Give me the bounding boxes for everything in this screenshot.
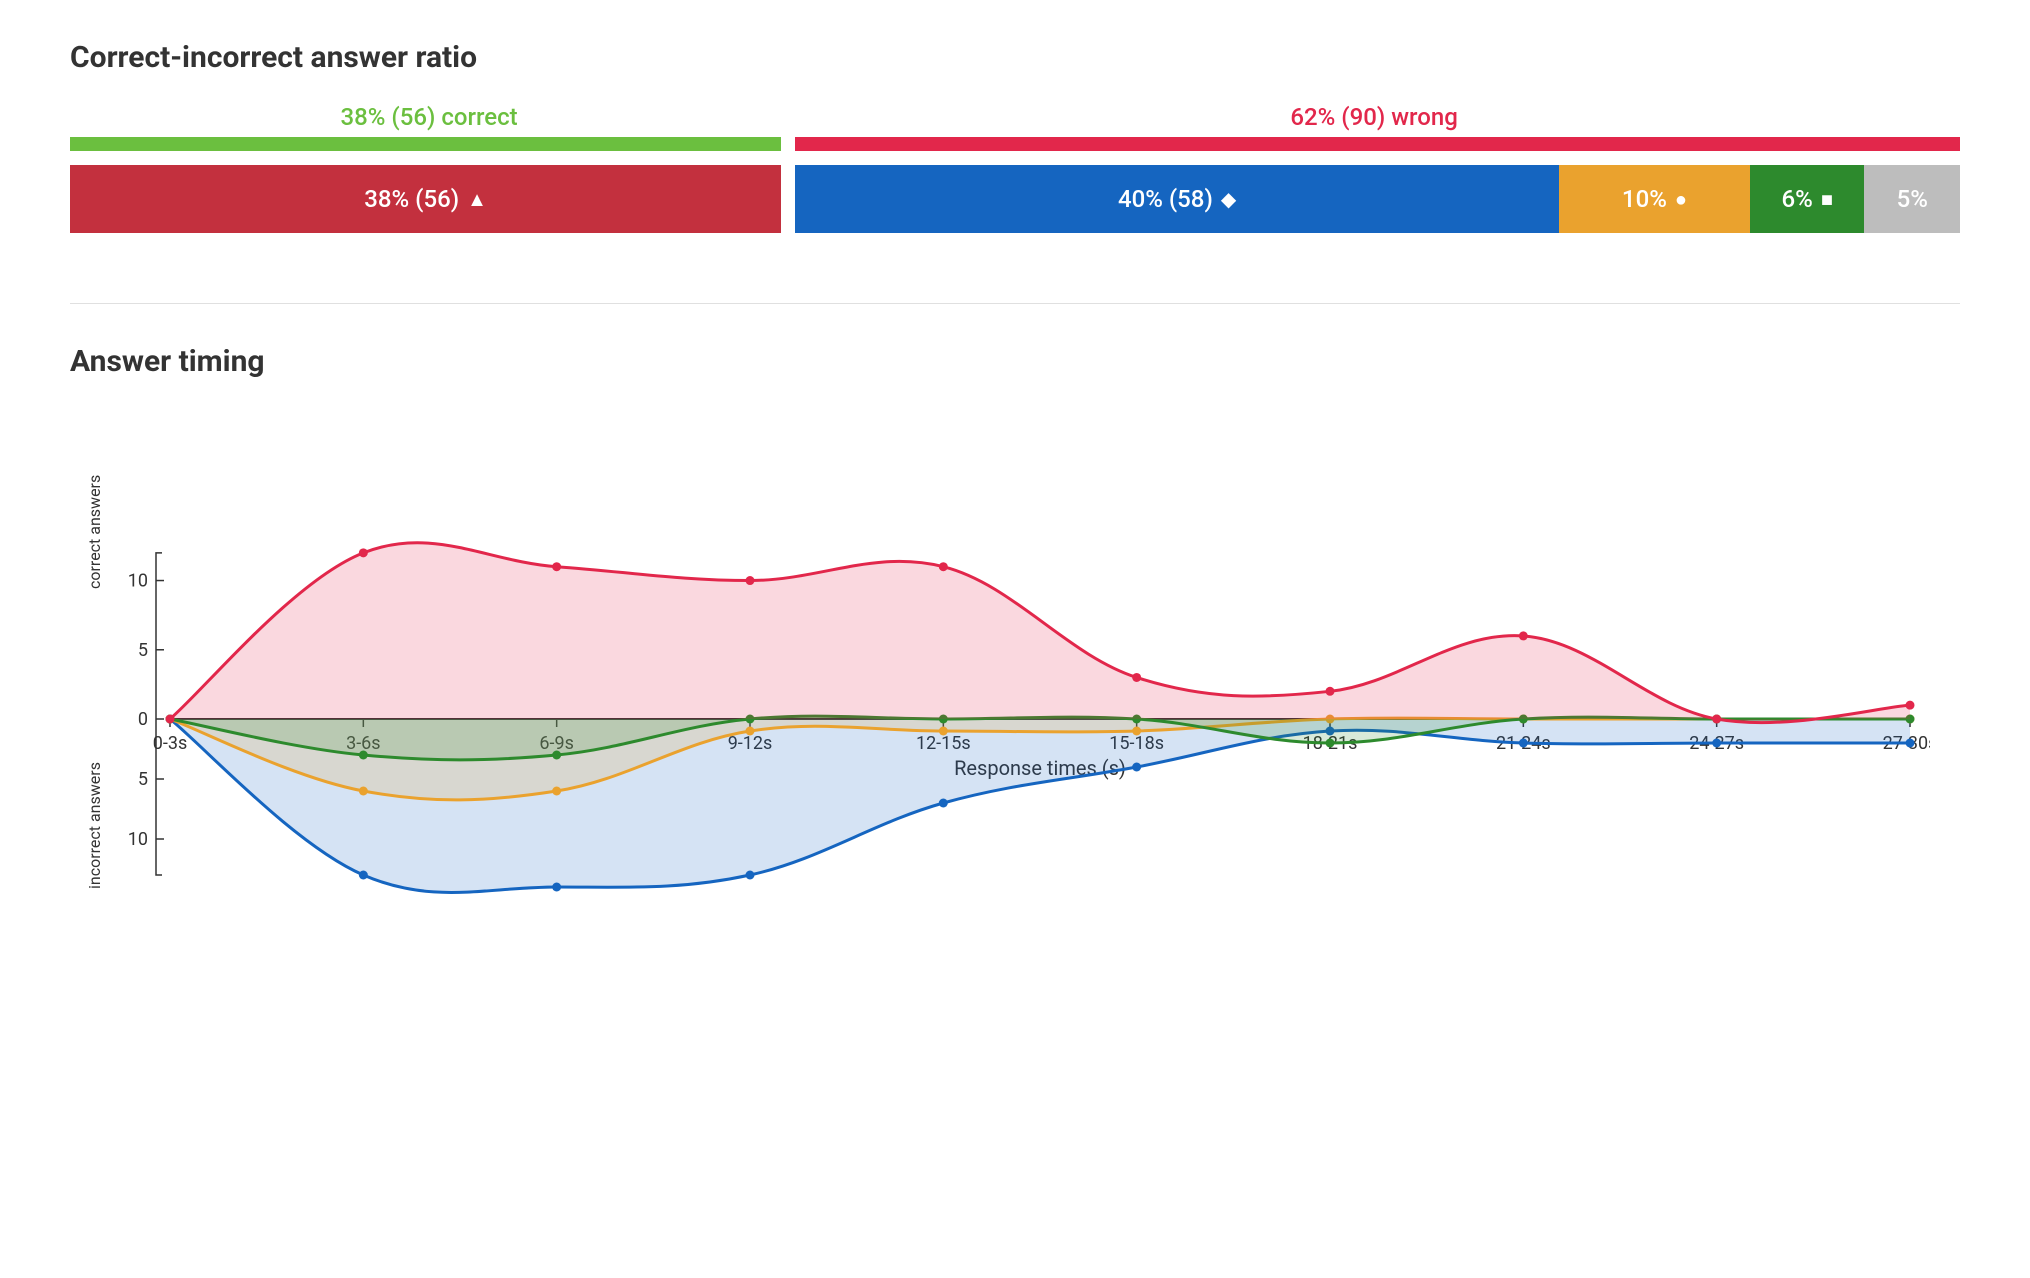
section-divider [70, 303, 1960, 304]
ratio-labels-row: 38% (56) correct 62% (90) wrong [70, 103, 1960, 131]
breakdown-right: 40% (58) ◆ 10% ● 6% ■ 5% [795, 165, 1960, 233]
breakdown-seg-orange: 10% ● [1559, 165, 1750, 233]
breakdown-seg-label: 6% [1782, 185, 1813, 213]
ratio-thin-wrong [795, 137, 1960, 151]
breakdown-bar: 38% (56) ▲ 40% (58) ◆ 10% ● 6% ■ 5% [70, 165, 1960, 233]
timing-title: Answer timing [70, 344, 1960, 379]
breakdown-seg-blue: 40% (58) ◆ [795, 165, 1559, 233]
breakdown-seg-green: 6% ■ [1750, 165, 1865, 233]
svg-text:5: 5 [138, 769, 148, 790]
ratio-thin-bar [70, 137, 1960, 151]
breakdown-seg-label: 5% [1897, 185, 1928, 213]
breakdown-seg-symbol: ■ [1821, 187, 1833, 212]
svg-text:0: 0 [138, 709, 148, 730]
breakdown-seg-label: 10% [1622, 185, 1667, 213]
ratio-thin-correct [70, 137, 781, 151]
y-axis-top-label: correct answers [85, 475, 104, 589]
correct-label: 38% (56) correct [70, 103, 788, 131]
breakdown-left: 38% (56) ▲ [70, 165, 781, 233]
svg-text:0-3s: 0-3s [153, 733, 188, 754]
timing-svg: 05105100-3s3-6s6-9s9-12s12-15s15-18s18-2… [110, 509, 1930, 929]
breakdown-seg-symbol: ◆ [1221, 187, 1236, 211]
y-axis-bottom-label: incorrect answers [85, 762, 104, 889]
breakdown-seg-symbol: ▲ [467, 187, 487, 212]
svg-text:10: 10 [128, 571, 148, 592]
timing-chart: correct answers incorrect answers 051051… [110, 509, 1960, 929]
breakdown-seg-red: 38% (56) ▲ [70, 165, 781, 233]
ratio-title: Correct-incorrect answer ratio [70, 40, 1960, 75]
breakdown-seg-grey: 5% [1864, 165, 1959, 233]
wrong-label: 62% (90) wrong [788, 103, 1960, 131]
breakdown-seg-label: 40% (58) [1118, 185, 1213, 213]
breakdown-seg-label: 38% (56) [364, 185, 459, 213]
breakdown-seg-symbol: ● [1675, 187, 1687, 212]
svg-text:5: 5 [138, 640, 148, 661]
svg-text:10: 10 [128, 829, 148, 850]
